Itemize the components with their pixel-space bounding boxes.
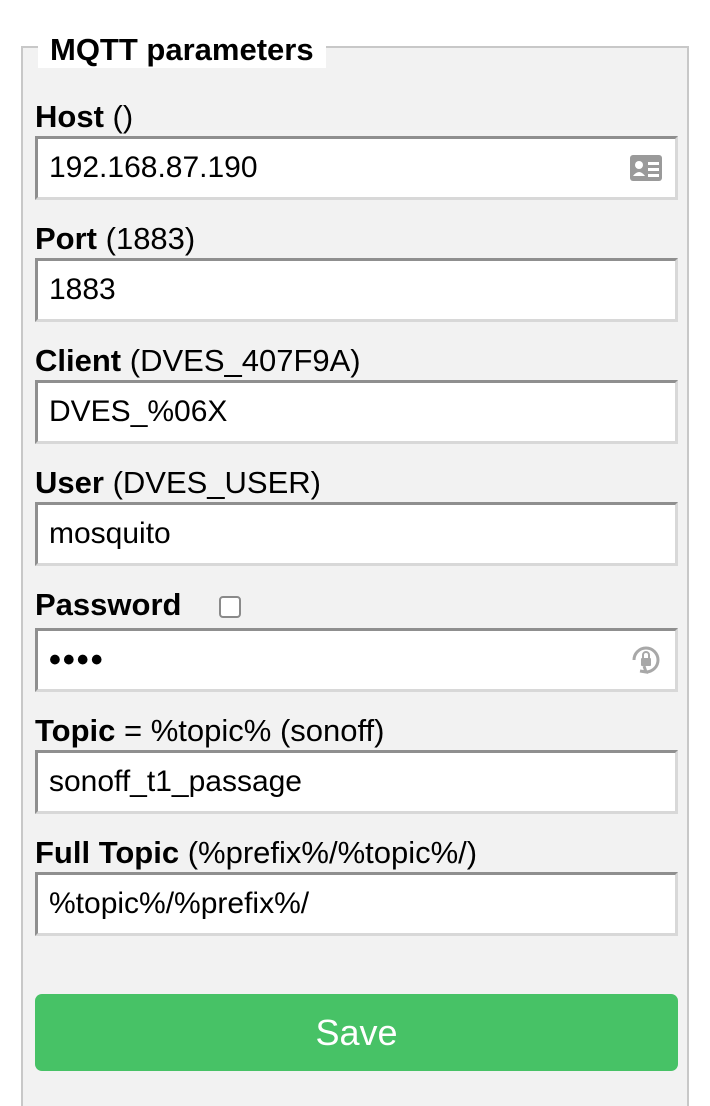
client-input[interactable] [35, 380, 678, 444]
topic-input[interactable] [35, 750, 678, 814]
full-topic-label-text: Full Topic [35, 835, 180, 870]
topic-label: Topic = %topic% (sonoff) [35, 713, 384, 749]
user-hint: (DVES_USER) [112, 465, 321, 500]
full-topic-hint: (%prefix%/%topic%/) [187, 835, 478, 870]
port-label: Port (1883) [35, 221, 195, 257]
save-button[interactable]: Save [35, 994, 678, 1071]
user-label-text: User [35, 465, 104, 500]
password-label: Password [35, 587, 181, 623]
host-input[interactable] [35, 136, 678, 200]
fieldset-legend: MQTT parameters [38, 32, 326, 68]
client-hint: (DVES_407F9A) [129, 343, 361, 378]
host-label-text: Host [35, 99, 104, 134]
user-label: User (DVES_USER) [35, 465, 321, 501]
mqtt-fieldset [21, 46, 689, 1106]
host-label: Host () [35, 99, 133, 135]
topic-hint: = %topic% (sonoff) [124, 713, 385, 748]
topic-label-text: Topic [35, 713, 116, 748]
port-label-text: Port [35, 221, 97, 256]
contact-card-icon[interactable] [629, 151, 663, 185]
password-label-text: Password [35, 587, 182, 622]
password-input[interactable] [35, 628, 678, 692]
user-input[interactable] [35, 502, 678, 566]
client-label: Client (DVES_407F9A) [35, 343, 361, 379]
host-hint: () [112, 99, 134, 134]
port-input[interactable] [35, 258, 678, 322]
show-password-checkbox[interactable] [219, 596, 241, 618]
port-hint: (1883) [105, 221, 196, 256]
full-topic-input[interactable] [35, 872, 678, 936]
full-topic-label: Full Topic (%prefix%/%topic%/) [35, 835, 477, 871]
client-label-text: Client [35, 343, 122, 378]
password-key-icon[interactable] [629, 643, 663, 677]
